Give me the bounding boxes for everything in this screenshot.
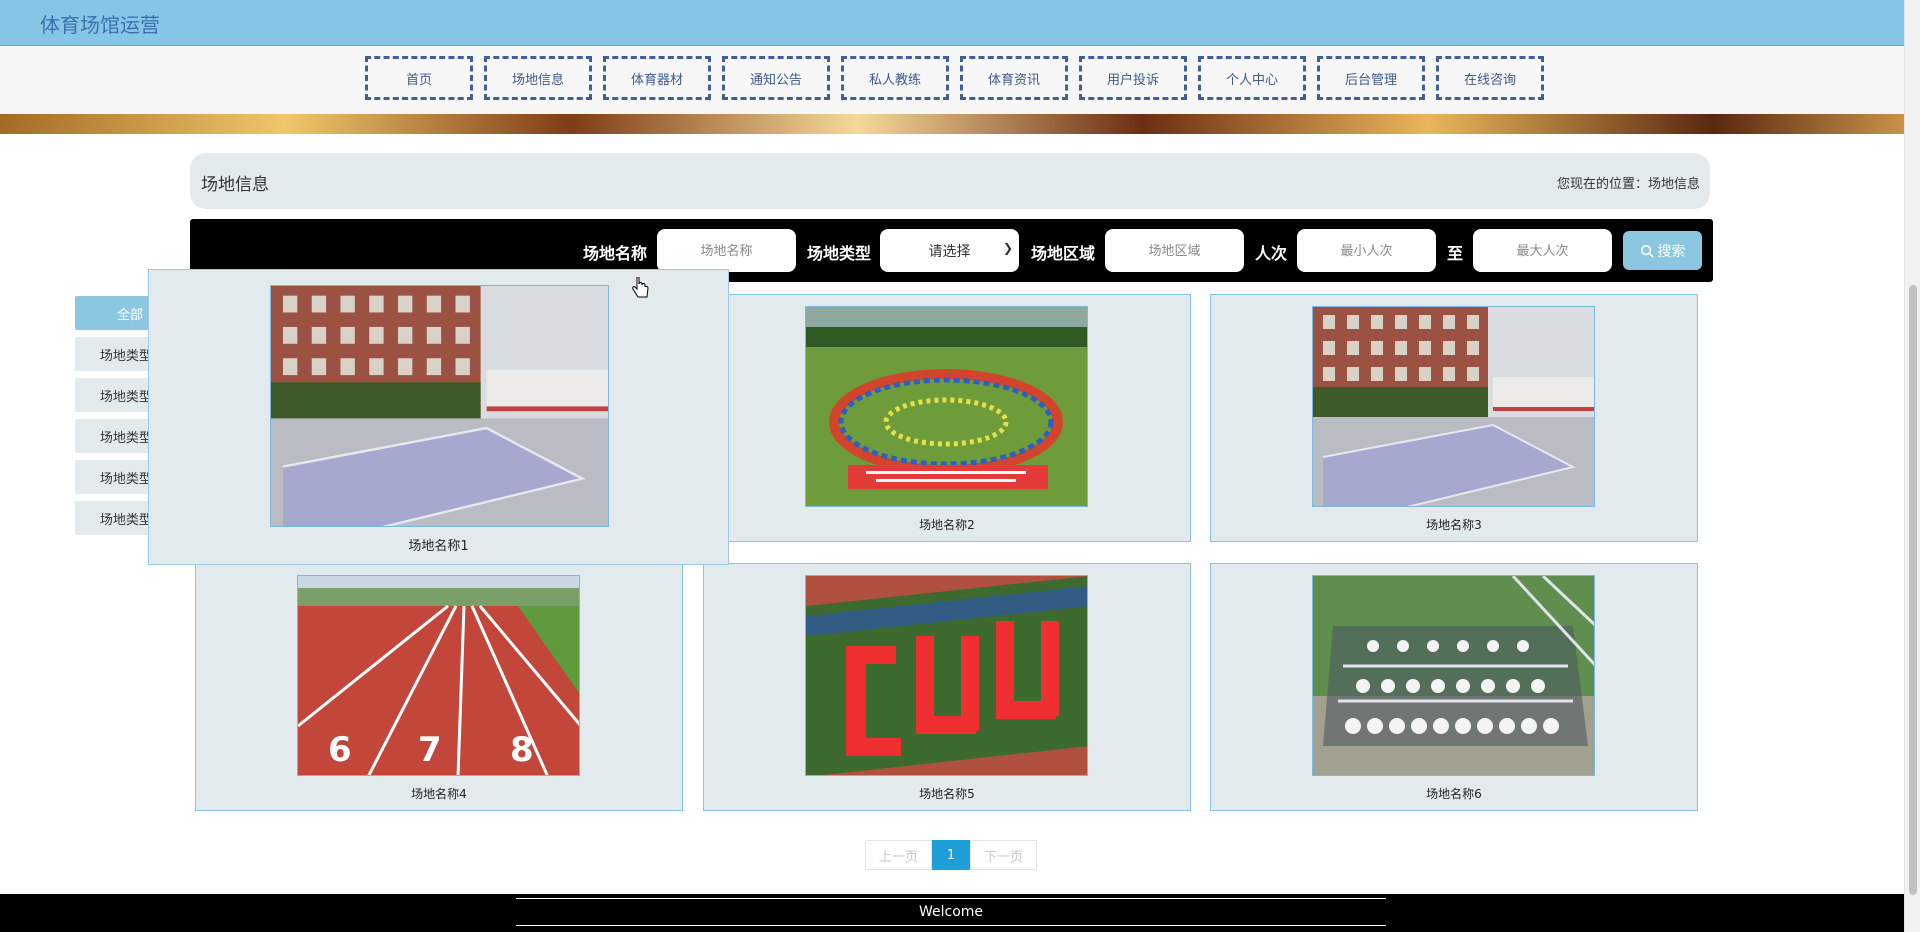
venue-card[interactable]: 场地名称5 bbox=[703, 563, 1191, 811]
main-nav-bar: 首页 场地信息 体育器材 通知公告 私人教练 体育资讯 用户投诉 个人中心 后台… bbox=[0, 46, 1904, 114]
people-label: 人次 bbox=[1255, 244, 1288, 263]
nav-item-complaints[interactable]: 用户投诉 bbox=[1079, 56, 1187, 100]
nav-item-equipment[interactable]: 体育器材 bbox=[603, 56, 711, 100]
venue-type-selected: 请选择 bbox=[928, 243, 971, 260]
breadcrumb-bar: 场地信息 您现在的位置：场地信息 bbox=[190, 153, 1710, 209]
prev-page-button[interactable]: 上一页 bbox=[865, 840, 932, 870]
nav-item-news[interactable]: 体育资讯 bbox=[960, 56, 1068, 100]
venue-caption: 场地名称1 bbox=[408, 539, 469, 554]
venue-type-select[interactable]: 请选择 ❯ bbox=[880, 229, 1019, 272]
search-button-label: 搜索 bbox=[1657, 243, 1686, 260]
footer: Welcome bbox=[0, 894, 1904, 932]
venue-image: 6 7 8 bbox=[297, 575, 580, 776]
breadcrumb: 您现在的位置：场地信息 bbox=[1556, 177, 1700, 192]
nav-item-home[interactable]: 首页 bbox=[365, 56, 473, 100]
venue-caption: 场地名称2 bbox=[919, 518, 975, 532]
venue-image bbox=[1312, 575, 1595, 776]
venue-card[interactable]: 6 7 8 场地名称4 bbox=[195, 563, 683, 811]
svg-text:6: 6 bbox=[328, 730, 352, 770]
app-title: 体育场馆运营 bbox=[40, 13, 160, 37]
venue-card[interactable]: 场地名称6 bbox=[1210, 563, 1698, 811]
max-people-input[interactable] bbox=[1473, 229, 1612, 272]
nav-item-venue-info[interactable]: 场地信息 bbox=[484, 56, 592, 100]
nav-item-notices[interactable]: 通知公告 bbox=[722, 56, 830, 100]
banner-image bbox=[0, 114, 1904, 134]
venue-image bbox=[805, 306, 1088, 507]
search-button[interactable]: 搜索 bbox=[1623, 231, 1702, 270]
page-number-button[interactable]: 1 bbox=[932, 840, 970, 870]
venue-name-label: 场地名称 bbox=[583, 244, 648, 263]
venue-image bbox=[805, 575, 1088, 776]
venue-caption: 场地名称3 bbox=[1426, 518, 1482, 532]
hand-cursor-icon bbox=[632, 276, 650, 303]
venue-name-input[interactable] bbox=[657, 229, 796, 272]
footer-welcome: Welcome bbox=[516, 898, 1386, 926]
chevron-down-icon: ❯ bbox=[1002, 241, 1013, 255]
top-header: 体育场馆运营 bbox=[0, 0, 1904, 46]
venue-image bbox=[270, 285, 609, 527]
venue-area-label: 场地区域 bbox=[1031, 244, 1096, 263]
venue-card[interactable]: 场地名称2 bbox=[703, 294, 1191, 542]
venue-card-hover-preview[interactable]: 场地名称1 bbox=[148, 269, 729, 565]
svg-text:7: 7 bbox=[418, 730, 442, 770]
venue-image bbox=[1312, 306, 1595, 507]
venue-caption: 场地名称6 bbox=[1426, 787, 1482, 801]
next-page-button[interactable]: 下一页 bbox=[970, 840, 1037, 870]
pagination: 上一页 1 下一页 bbox=[865, 840, 1037, 870]
search-icon bbox=[1640, 244, 1654, 258]
venue-type-label: 场地类型 bbox=[807, 244, 872, 263]
svg-text:8: 8 bbox=[510, 730, 534, 770]
nav-item-admin[interactable]: 后台管理 bbox=[1317, 56, 1425, 100]
main-nav: 首页 场地信息 体育器材 通知公告 私人教练 体育资讯 用户投诉 个人中心 后台… bbox=[365, 56, 1544, 100]
venue-caption: 场地名称4 bbox=[411, 787, 467, 801]
venue-card[interactable]: 场地名称3 bbox=[1210, 294, 1698, 542]
venue-area-input[interactable] bbox=[1105, 229, 1244, 272]
nav-item-profile[interactable]: 个人中心 bbox=[1198, 56, 1306, 100]
min-people-input[interactable] bbox=[1297, 229, 1436, 272]
scrollbar-thumb[interactable] bbox=[1909, 285, 1917, 895]
page-title: 场地信息 bbox=[201, 175, 269, 195]
venue-caption: 场地名称5 bbox=[919, 787, 975, 801]
nav-item-consult[interactable]: 在线咨询 bbox=[1436, 56, 1544, 100]
range-to-label: 至 bbox=[1447, 244, 1464, 263]
page-scrollbar[interactable] bbox=[1904, 0, 1920, 932]
nav-item-coaches[interactable]: 私人教练 bbox=[841, 56, 949, 100]
